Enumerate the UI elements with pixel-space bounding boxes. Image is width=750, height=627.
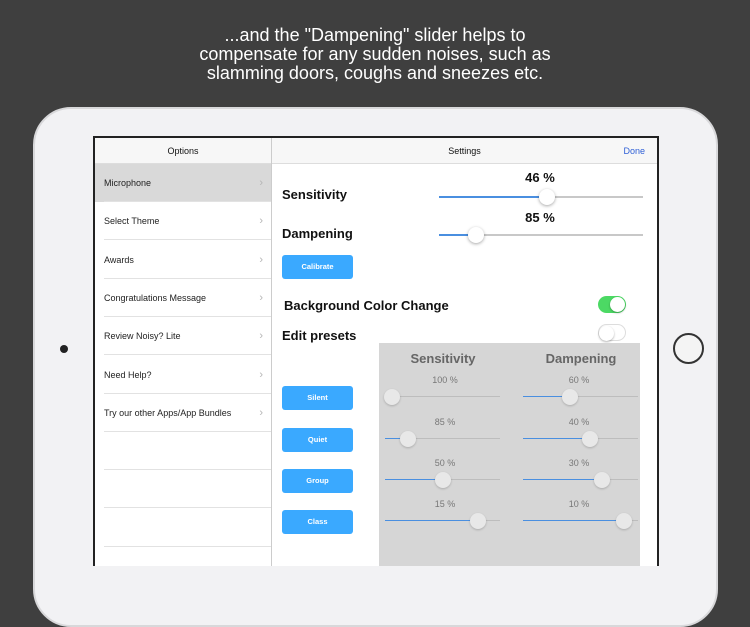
sidebar-item-label: Need Help? xyxy=(104,369,152,380)
options-title: Options xyxy=(95,138,271,164)
chevron-right-icon: › xyxy=(259,253,263,266)
sidebar-item-label: Congratulations Message xyxy=(104,292,207,303)
sidebar-item[interactable]: Microphone › xyxy=(95,164,271,202)
sidebar-empty-row xyxy=(95,547,271,566)
sidebar-item[interactable]: Awards › xyxy=(95,241,271,279)
sensitivity-label: Sensitivity xyxy=(282,187,348,202)
slider-thumb[interactable] xyxy=(383,389,400,405)
sidebar-item-label: Select Theme xyxy=(104,216,160,227)
preset-sensitivity-value: 100 % xyxy=(432,375,458,385)
sidebar-item-label: Microphone xyxy=(104,178,152,188)
slider-thumb[interactable] xyxy=(434,472,451,488)
slider-fill xyxy=(439,196,548,198)
chevron-right-icon: › xyxy=(259,215,263,228)
slider-thumb[interactable] xyxy=(400,431,416,447)
caption: ...and the "Dampening" slider helps to c… xyxy=(0,26,750,83)
home-button[interactable] xyxy=(673,333,704,364)
settings-title: Settings xyxy=(448,146,481,156)
presets-dampening-header: Dampening xyxy=(545,351,617,366)
background-color-change-label: Background Color Change xyxy=(284,298,449,313)
dampening-value: 85 % xyxy=(525,210,555,225)
preset-sensitivity-value: 15 % xyxy=(434,499,456,509)
camera-icon xyxy=(60,345,68,353)
slider-thumb[interactable] xyxy=(594,472,611,488)
screen: Options Microphone › Select Theme › Awards › C… xyxy=(93,136,659,566)
slider-thumb[interactable] xyxy=(616,513,633,529)
sidebar-item-label: Awards xyxy=(104,254,134,265)
caption-line: slamming doors, coughs and sneezes etc. xyxy=(206,63,544,83)
chevron-right-icon: › xyxy=(259,406,263,419)
sidebar-item-label: Try our other Apps/App Bundles xyxy=(104,407,232,418)
sensitivity-slider[interactable] xyxy=(439,189,643,205)
caption-line: ...and the "Dampening" slider helps to xyxy=(224,25,526,45)
sidebar-item[interactable]: Review Noisy? Lite › xyxy=(95,317,271,356)
sidebar-empty-row xyxy=(95,432,271,471)
slider-fill xyxy=(523,479,603,480)
sidebar-item[interactable]: Congratulations Message › xyxy=(95,279,271,317)
edit-presets-label: Edit presets xyxy=(282,328,357,343)
done-button[interactable]: Done xyxy=(623,138,645,164)
sidebar-item[interactable]: Select Theme › xyxy=(95,202,271,241)
preset-sensitivity-slider[interactable] xyxy=(385,472,500,488)
slider-fill xyxy=(523,438,590,439)
dampening-label: Dampening xyxy=(282,226,353,241)
slider-fill xyxy=(385,479,443,480)
preset-dampening-value: 30 % xyxy=(568,458,590,468)
preset-sensitivity-slider[interactable] xyxy=(385,431,500,447)
presets-panel: Sensitivity Dampening 100 % 60 % 85 % 40 % 5… xyxy=(379,343,640,566)
sidebar-item[interactable]: Need Help? › xyxy=(95,356,271,394)
slider-thumb[interactable] xyxy=(470,513,487,529)
preset-dampening-value: 10 % xyxy=(568,499,590,509)
sidebar-empty-row xyxy=(95,509,271,547)
sidebar-empty-row xyxy=(95,470,271,509)
preset-dampening-slider[interactable] xyxy=(523,431,638,447)
preset-quiet-button[interactable]: Quiet xyxy=(282,428,353,452)
sensitivity-value: 46 % xyxy=(525,170,555,185)
caption-line: compensate for any sudden noises, such a… xyxy=(199,44,551,64)
sidebar-item-label: Review Noisy? Lite xyxy=(104,331,181,342)
dampening-slider[interactable] xyxy=(439,227,643,243)
slider-track xyxy=(385,396,500,397)
preset-sensitivity-value: 50 % xyxy=(434,458,456,468)
preset-sensitivity-value: 85 % xyxy=(434,417,456,427)
background-color-change-toggle[interactable] xyxy=(598,296,626,313)
slider-thumb[interactable] xyxy=(562,389,579,405)
preset-silent-button[interactable]: Silent xyxy=(282,386,353,410)
slider-fill xyxy=(385,520,479,521)
calibrate-button[interactable]: Calibrate xyxy=(282,255,353,279)
preset-sensitivity-slider[interactable] xyxy=(383,389,500,405)
preset-group-button[interactable]: Group xyxy=(282,469,353,493)
preset-dampening-slider[interactable] xyxy=(523,389,638,405)
settings-panel: Settings Done Sensitivity 46 % Dampening… xyxy=(272,138,657,566)
chevron-right-icon: › xyxy=(259,330,263,343)
preset-class-button[interactable]: Class xyxy=(282,510,353,534)
slider-thumb[interactable] xyxy=(581,431,598,447)
chevron-right-icon: › xyxy=(259,177,263,189)
preset-dampening-slider[interactable] xyxy=(523,472,638,488)
sidebar-item[interactable]: Try our other Apps/App Bundles › xyxy=(95,394,271,432)
slider-thumb[interactable] xyxy=(539,189,556,205)
preset-dampening-slider[interactable] xyxy=(523,513,638,529)
chevron-right-icon: › xyxy=(259,291,263,304)
slider-thumb[interactable] xyxy=(467,227,484,243)
options-panel: Options Microphone › Select Theme › Awards › C… xyxy=(95,138,272,566)
presets-sensitivity-header: Sensitivity xyxy=(410,351,476,366)
edit-presets-toggle[interactable] xyxy=(598,324,626,341)
slider-fill xyxy=(523,520,625,521)
preset-dampening-value: 60 % xyxy=(568,375,590,385)
settings-header: Settings Done xyxy=(272,138,657,164)
chevron-right-icon: › xyxy=(259,368,263,381)
preset-sensitivity-slider[interactable] xyxy=(385,513,500,529)
preset-dampening-value: 40 % xyxy=(568,417,590,427)
